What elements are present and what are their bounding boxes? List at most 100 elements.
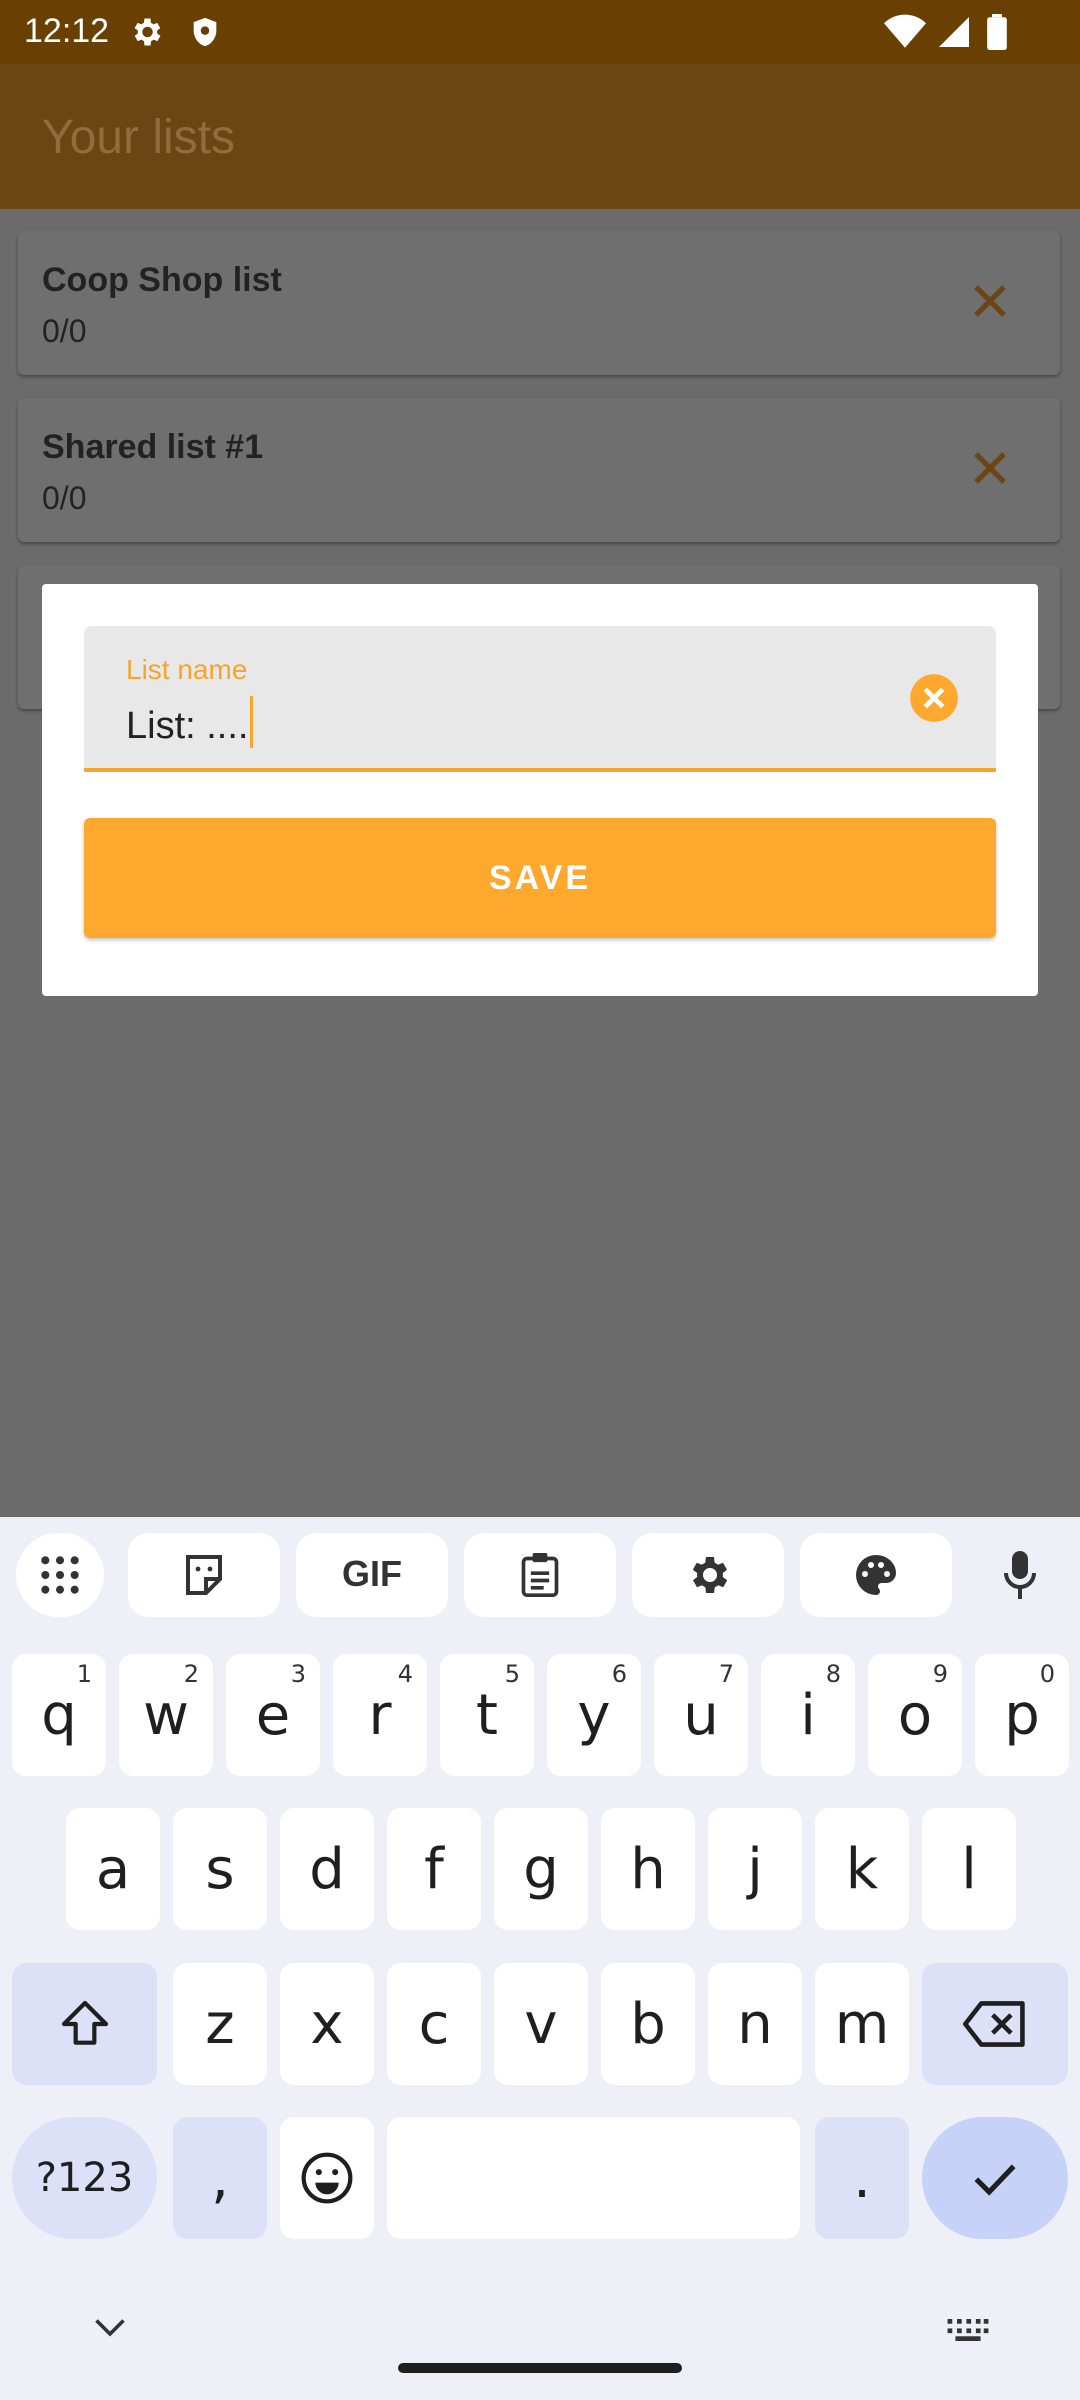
backspace-icon <box>963 2001 1025 2047</box>
key-b[interactable]: b <box>601 1963 695 2085</box>
list-item[interactable]: Shared list #1 0/0 <box>18 398 1060 542</box>
key-hint: 6 <box>611 1660 627 1688</box>
page-title: Your lists <box>42 111 235 164</box>
key-n[interactable]: n <box>708 1963 802 2085</box>
list-item[interactable]: Coop Shop list 0/0 <box>18 231 1060 375</box>
key-m[interactable]: m <box>815 1963 909 2085</box>
key-label: k <box>845 1836 879 1902</box>
key-c[interactable]: c <box>387 1963 481 2085</box>
emoji-icon <box>301 2152 353 2204</box>
key-k[interactable]: k <box>815 1808 909 1930</box>
list-name-field[interactable]: List name List: .... <box>84 626 996 772</box>
keyboard: GIF q1 w2 e3 r4 t5 y6 u7 i8 o9 p0 a s d … <box>0 1517 1080 2400</box>
microphone-icon <box>1004 1551 1036 1599</box>
key-label: a <box>95 1836 131 1902</box>
key-q[interactable]: q1 <box>12 1654 106 1776</box>
gif-icon: GIF <box>342 1553 402 1594</box>
key-label: x <box>310 1991 344 2057</box>
key-r[interactable]: r4 <box>333 1654 427 1776</box>
key-h[interactable]: h <box>601 1808 695 1930</box>
clipboard-icon <box>521 1553 559 1598</box>
sticker-button[interactable] <box>128 1533 280 1617</box>
cell-signal-icon <box>936 14 972 55</box>
gif-button[interactable]: GIF <box>296 1533 448 1617</box>
key-label: h <box>630 1836 666 1902</box>
key-l[interactable]: l <box>922 1808 1016 1930</box>
apps-grid-icon <box>41 1556 79 1594</box>
key-hint: 4 <box>397 1660 413 1688</box>
key-o[interactable]: o9 <box>868 1654 962 1776</box>
enter-key[interactable] <box>922 2117 1068 2239</box>
chevron-down-icon[interactable] <box>92 2314 128 2347</box>
key-hint: 0 <box>1039 1660 1055 1688</box>
key-label: b <box>630 1991 666 2057</box>
battery-icon <box>986 14 1008 55</box>
key-label: z <box>205 1991 235 2057</box>
key-e[interactable]: e3 <box>226 1654 320 1776</box>
key-hint: 5 <box>504 1660 520 1688</box>
backspace-key[interactable] <box>922 1963 1068 2085</box>
wifi-icon <box>884 14 926 55</box>
list-name-input[interactable]: List: .... <box>126 696 254 748</box>
key-label: y <box>577 1682 611 1748</box>
shift-icon <box>61 2000 108 2045</box>
space-key[interactable] <box>387 2117 800 2239</box>
key-label: j <box>747 1836 763 1902</box>
key-f[interactable]: f <box>387 1808 481 1930</box>
close-icon[interactable] <box>966 277 1014 325</box>
key-j[interactable]: j <box>708 1808 802 1930</box>
keyboard-settings-button[interactable] <box>632 1533 784 1617</box>
sticker-icon <box>186 1555 222 1595</box>
voice-input-button[interactable] <box>976 1533 1064 1617</box>
comma-key[interactable]: , <box>173 2117 267 2239</box>
palette-icon <box>856 1555 896 1595</box>
key-u[interactable]: u7 <box>654 1654 748 1776</box>
key-label: . <box>853 2145 871 2211</box>
save-button[interactable]: SAVE <box>84 818 996 938</box>
key-s[interactable]: s <box>173 1808 267 1930</box>
key-label: l <box>961 1836 977 1902</box>
status-bar: 12:12 <box>0 0 1080 64</box>
key-t[interactable]: t5 <box>440 1654 534 1776</box>
clipboard-button[interactable] <box>464 1533 616 1617</box>
apps-grid-button[interactable] <box>16 1533 104 1617</box>
period-key[interactable]: . <box>815 2117 909 2239</box>
key-p[interactable]: p0 <box>975 1654 1069 1776</box>
key-label: f <box>424 1836 444 1902</box>
theme-button[interactable] <box>800 1533 952 1617</box>
key-hint: 3 <box>290 1660 306 1688</box>
new-list-dialog: List name List: .... SAVE <box>42 584 1038 996</box>
key-label: s <box>205 1836 235 1902</box>
list-name-label: List name <box>126 654 248 685</box>
key-label: c <box>418 1991 450 2057</box>
key-label: u <box>683 1682 719 1748</box>
keyboard-switch-icon[interactable] <box>946 2317 990 2348</box>
app-bar: Your lists <box>0 64 1080 209</box>
key-label: p <box>1004 1682 1040 1748</box>
symbols-key[interactable]: ?123 <box>12 2117 157 2239</box>
key-w[interactable]: w2 <box>119 1654 213 1776</box>
key-y[interactable]: y6 <box>547 1654 641 1776</box>
key-g[interactable]: g <box>494 1808 588 1930</box>
list-item-name: Coop Shop list <box>42 261 282 299</box>
shift-key[interactable] <box>12 1963 157 2085</box>
key-z[interactable]: z <box>173 1963 267 2085</box>
home-gesture-handle[interactable] <box>398 2363 682 2373</box>
key-hint: 1 <box>76 1660 92 1688</box>
list-item-count: 0/0 <box>42 480 87 516</box>
key-label: v <box>524 1991 558 2057</box>
shield-icon <box>188 14 222 55</box>
key-i[interactable]: i8 <box>761 1654 855 1776</box>
key-label: , <box>211 2145 229 2211</box>
emoji-key[interactable] <box>280 2117 374 2239</box>
key-label: d <box>309 1836 345 1902</box>
text-cursor <box>250 696 254 748</box>
clear-icon[interactable] <box>908 672 960 724</box>
key-v[interactable]: v <box>494 1963 588 2085</box>
key-a[interactable]: a <box>66 1808 160 1930</box>
close-icon[interactable] <box>966 444 1014 492</box>
key-hint: 9 <box>932 1660 948 1688</box>
key-x[interactable]: x <box>280 1963 374 2085</box>
key-label: e <box>255 1682 291 1748</box>
key-d[interactable]: d <box>280 1808 374 1930</box>
